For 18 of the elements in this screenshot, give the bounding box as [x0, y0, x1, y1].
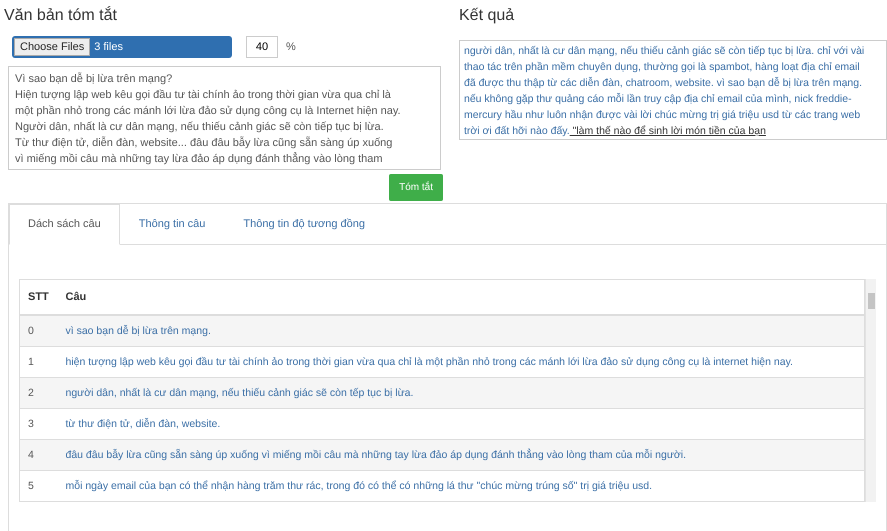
tab[interactable]: Dách sách câu	[9, 204, 120, 244]
table-cell: đâu đâu bẫy lừa cũng sẵn sàng úp xuống vì miếng mồi câu mà những tay lừa đảo áp dụng đánh thẳng vào lòng tham của mỗi người.	[58, 440, 865, 470]
table-cell: 4	[20, 440, 58, 470]
input-text-area[interactable]: Vì sao bạn dễ bị lừa trên mạng? Hiện tượng lập web kêu gọi đầu tư tài chính ảo trong thời gian vừa qua chỉ là một phần nhỏ trong các mánh lới lừa đảo sử dụng công cụ là Internet hiện nay. Người dân, nhất là cư dân mạng, nếu thiếu cảnh giác sẽ còn tiếp tục bị lừa. Từ thư điện tử, diễn đàn, website... đâu đâu bẫy lừa cũng sẵn sàng úp xuống vì miếng mồi câu mà những tay lừa đảo áp dụng đánh thẳng vào lòng tham	[8, 66, 441, 170]
section-title: Văn bản tóm tắt	[4, 5, 118, 26]
percent-label: %	[286, 40, 296, 55]
table-cell: 2	[20, 378, 58, 408]
ratio-field[interactable]: 40	[246, 36, 278, 58]
tab[interactable]: Thông tin độ tương đồng	[224, 204, 384, 244]
table-cell: 5	[20, 470, 58, 502]
section-title: Kết quả	[459, 6, 516, 26]
file-chooser[interactable]: Choose Files 3 files	[12, 36, 232, 58]
result-text: người dân, nhất là cư dân mạng, nếu thiếu cảnh giác sẽ còn tiếp tục bị lừa. chỉ với vài thao tác trên phần mềm chuyên dụng, thường gọi là spambot, hàng loạt địa chỉ email đã được thu thập từ các diễn đàn, chatroom, website. vì sao bạn dễ bị lừa trên mạng. nếu không gặp thư quảng cáo mỗi lần truy cập địa chỉ email của mình, nick freddie-mercury hầu như luôn nhận được vài lời chúc mừng trị giá triệu usd từ các trang web trời ơi đất hỡi nào đấy. "làm thế nào để sinh lời món tiền của bạn	[459, 40, 887, 140]
tab[interactable]: Thông tin câu	[120, 204, 224, 244]
table-cell: người dân, nhất là cư dân mạng, nếu thiếu cảnh giác sẽ còn tếp tục bị lừa.	[58, 378, 865, 408]
table-cell: mỗi ngày email của bạn có thể nhận hàng trăm thư rác, trong đó có thể có những lá thư "chúc mừng trúng số" trị giá triệu usd.	[58, 470, 865, 502]
scrollbar[interactable]	[865, 278, 876, 502]
table-cell: 0	[20, 315, 58, 346]
